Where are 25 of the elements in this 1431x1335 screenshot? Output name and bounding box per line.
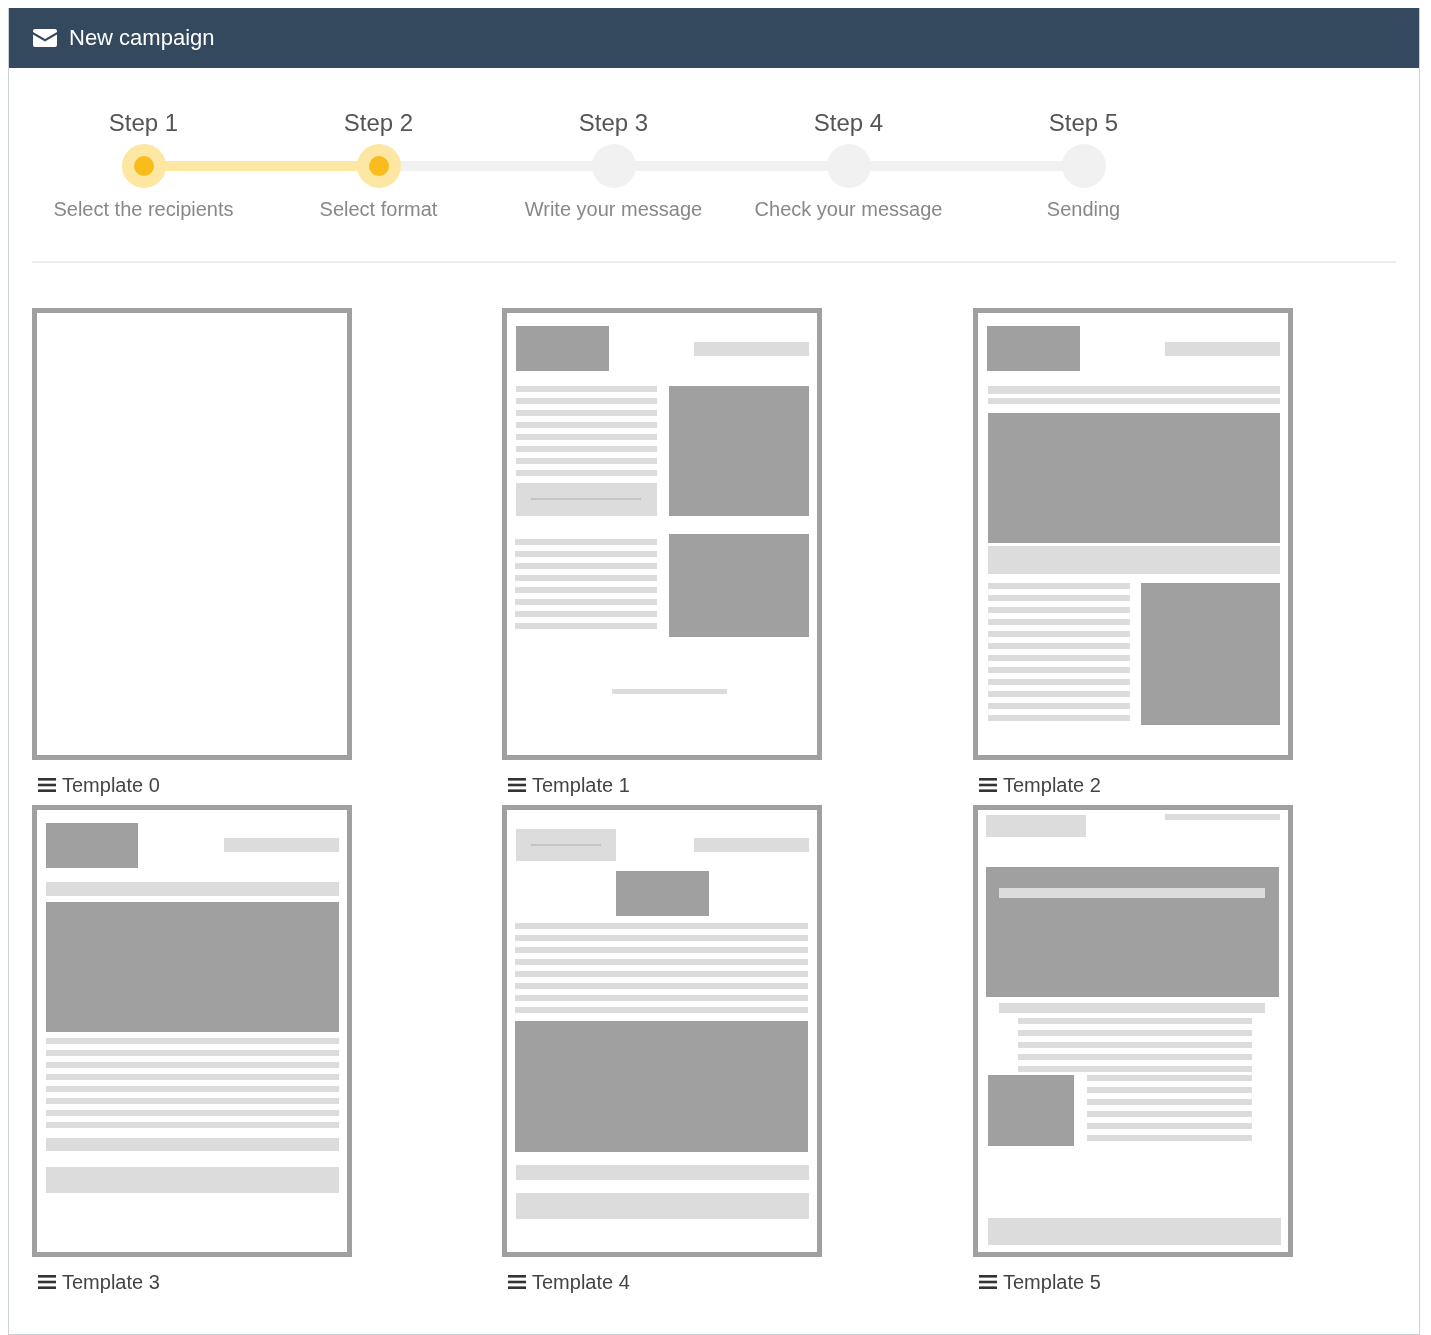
step-label: Step 1 <box>108 108 179 138</box>
step-label: Step 5 <box>1048 108 1119 138</box>
template-thumbnail[interactable] <box>32 308 352 760</box>
template-name: Template 4 <box>532 1270 630 1294</box>
step-description: Select format <box>319 198 438 221</box>
step-description: Select the recipients <box>53 198 234 221</box>
step-label: Step 2 <box>343 108 414 138</box>
window-title: New campaign <box>69 25 215 51</box>
menu-icon <box>979 1275 997 1289</box>
menu-icon <box>508 1275 526 1289</box>
step-label: Step 4 <box>813 108 884 138</box>
step-label: Step 3 <box>578 108 649 138</box>
menu-icon <box>508 778 526 792</box>
menu-icon <box>979 778 997 792</box>
step-description: Check your message <box>754 198 943 221</box>
menu-icon <box>38 778 56 792</box>
template-name: Template 0 <box>62 773 160 797</box>
step-description: Write your message <box>524 198 703 221</box>
template-name: Template 2 <box>1003 773 1101 797</box>
template-name: Template 3 <box>62 1270 160 1294</box>
step-description: Sending <box>1046 198 1121 221</box>
menu-icon <box>38 1275 56 1289</box>
template-name: Template 5 <box>1003 1270 1101 1294</box>
template-name: Template 1 <box>532 773 630 797</box>
envelope-icon <box>33 29 57 47</box>
